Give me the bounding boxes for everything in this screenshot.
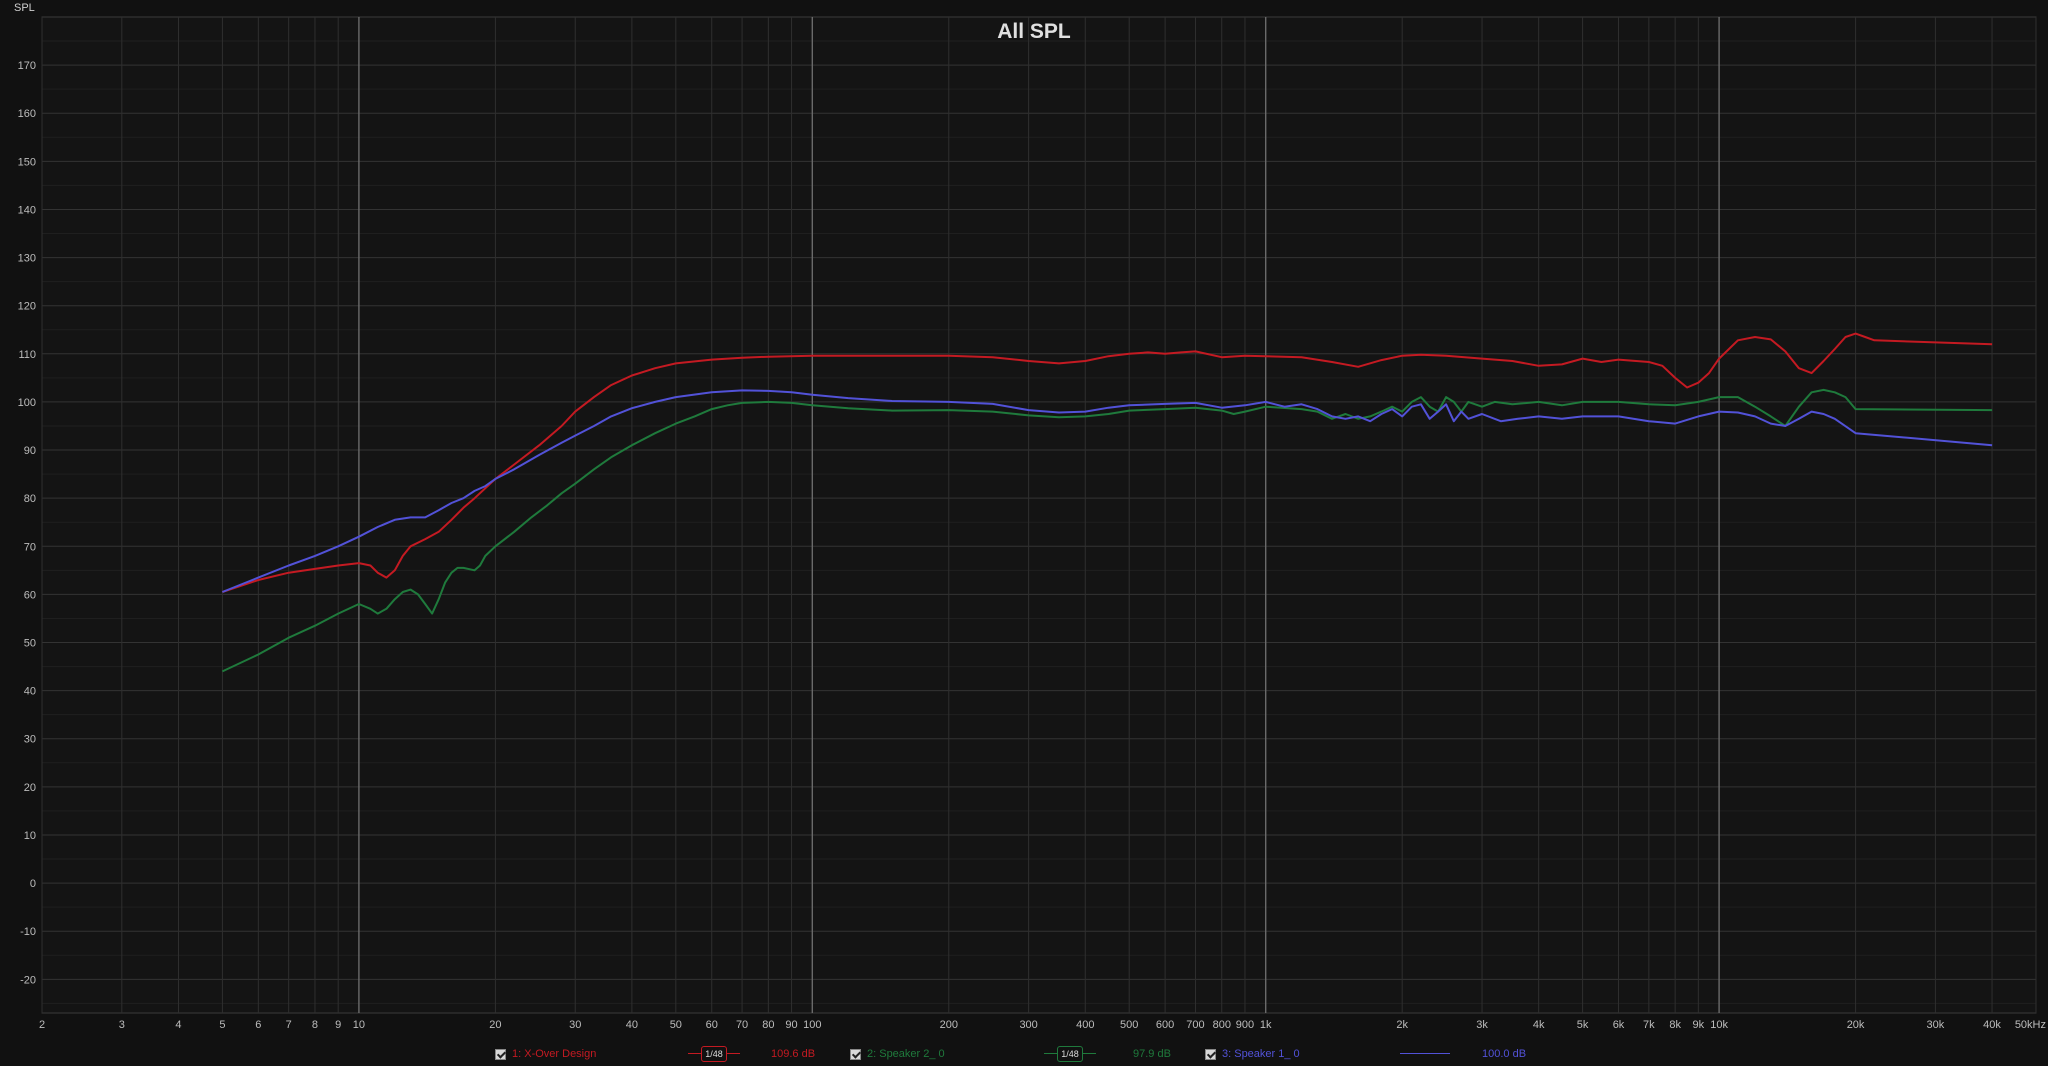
x-tick-label: 300 (1019, 1019, 1037, 1031)
x-tick-label: 50kHz (2015, 1019, 2046, 1031)
y-axis-title: SPL (14, 2, 35, 14)
x-tick-label: 6 (255, 1019, 261, 1031)
smoothing-control-2[interactable]: 1/48 (1044, 1046, 1096, 1062)
y-tick-label: 130 (18, 253, 36, 265)
x-tick-label: 9 (335, 1019, 341, 1031)
grid (41, 16, 2037, 1014)
y-tick-label: 120 (18, 301, 36, 313)
x-tick-label: 8k (1669, 1019, 1681, 1031)
y-tick-label: 110 (18, 349, 36, 361)
x-tick-label: 40k (1983, 1019, 2001, 1031)
legend-value-1: 109.6 dB (771, 1048, 816, 1060)
y-tick-label: 10 (24, 830, 36, 842)
legend-line-3 (1400, 1053, 1450, 1054)
x-tick-label: 10 (353, 1019, 365, 1031)
x-tick-label: 4 (175, 1019, 181, 1031)
y-tick-label: 60 (24, 589, 36, 601)
spl-chart: 1701601501401301201101009080706050403020… (14, 2, 2046, 1031)
y-tick-label: 20 (24, 782, 36, 794)
y-tick-label: 100 (18, 397, 36, 409)
legend-item-1[interactable]: 1: X-Over Design (495, 1046, 596, 1062)
legend-item-2[interactable]: 2: Speaker 2_ 0 (850, 1046, 945, 1062)
y-tick-label: -10 (20, 926, 36, 938)
x-tick-label: 10k (1710, 1019, 1728, 1031)
x-tick-label: 5k (1577, 1019, 1589, 1031)
x-tick-label: 5 (219, 1019, 225, 1031)
legend-bar: 1: X-Over Design 1/48 109.6 dB 2: Speake… (0, 1040, 2048, 1066)
y-tick-label: 150 (18, 156, 36, 168)
y-tick-label: 30 (24, 734, 36, 746)
x-tick-label: 20 (489, 1019, 501, 1031)
legend-label-1[interactable]: 1: X-Over Design (512, 1048, 596, 1060)
x-tick-label: 700 (1186, 1019, 1204, 1031)
y-tick-label: 140 (18, 204, 36, 216)
x-tick-label: 8 (312, 1019, 318, 1031)
x-tick-label: 40 (626, 1019, 638, 1031)
legend-label-2[interactable]: 2: Speaker 2_ 0 (867, 1048, 945, 1060)
y-tick-label: 70 (24, 541, 36, 553)
x-tick-label: 200 (940, 1019, 958, 1031)
x-tick-label: 6k (1613, 1019, 1625, 1031)
x-tick-label: 7 (286, 1019, 292, 1031)
x-tick-label: 90 (785, 1019, 797, 1031)
x-tick-label: 9k (1693, 1019, 1705, 1031)
y-tick-label: 80 (24, 493, 36, 505)
x-tick-label: 900 (1236, 1019, 1254, 1031)
y-tick-label: 40 (24, 686, 36, 698)
x-tick-label: 600 (1156, 1019, 1174, 1031)
x-tick-label: 3k (1476, 1019, 1488, 1031)
x-tick-label: 20k (1847, 1019, 1865, 1031)
x-tick-label: 50 (670, 1019, 682, 1031)
legend-value-2: 97.9 dB (1133, 1048, 1171, 1060)
y-tick-label: -20 (20, 974, 36, 986)
legend-value-3: 100.0 dB (1482, 1048, 1527, 1060)
x-tick-label: 1k (1260, 1019, 1272, 1031)
legend-checkbox-2[interactable] (850, 1048, 861, 1060)
chart-title: All SPL (997, 20, 1071, 43)
smoothing-control-1[interactable]: 1/48 (688, 1046, 740, 1062)
x-tick-label: 30 (569, 1019, 581, 1031)
x-tick-label: 2k (1396, 1019, 1408, 1031)
x-tick-label: 80 (762, 1019, 774, 1031)
plot-area (41, 16, 2037, 1014)
x-tick-label: 800 (1213, 1019, 1231, 1031)
y-tick-label: 160 (18, 108, 36, 120)
legend-label-3[interactable]: 3: Speaker 1_ 0 (1222, 1048, 1300, 1060)
x-tick-label: 400 (1076, 1019, 1094, 1031)
x-tick-label: 7k (1643, 1019, 1655, 1031)
y-tick-label: 90 (24, 445, 36, 457)
x-tick-label: 4k (1533, 1019, 1545, 1031)
y-tick-label: 0 (30, 878, 36, 890)
legend-checkbox-3[interactable] (1205, 1048, 1216, 1060)
x-tick-label: 2 (39, 1019, 45, 1031)
y-tick-label: 50 (24, 638, 36, 650)
x-tick-label: 500 (1120, 1019, 1138, 1031)
legend-checkbox-1[interactable] (495, 1048, 506, 1060)
x-tick-label: 3 (119, 1019, 125, 1031)
legend-item-3[interactable]: 3: Speaker 1_ 0 (1205, 1046, 1300, 1062)
x-tick-label: 60 (706, 1019, 718, 1031)
x-tick-label: 100 (803, 1019, 821, 1031)
x-tick-label: 70 (736, 1019, 748, 1031)
smoothing-label-1: 1/48 (701, 1046, 727, 1062)
y-tick-label: 170 (18, 60, 36, 72)
smoothing-label-2: 1/48 (1057, 1046, 1083, 1062)
x-tick-label: 30k (1927, 1019, 1945, 1031)
